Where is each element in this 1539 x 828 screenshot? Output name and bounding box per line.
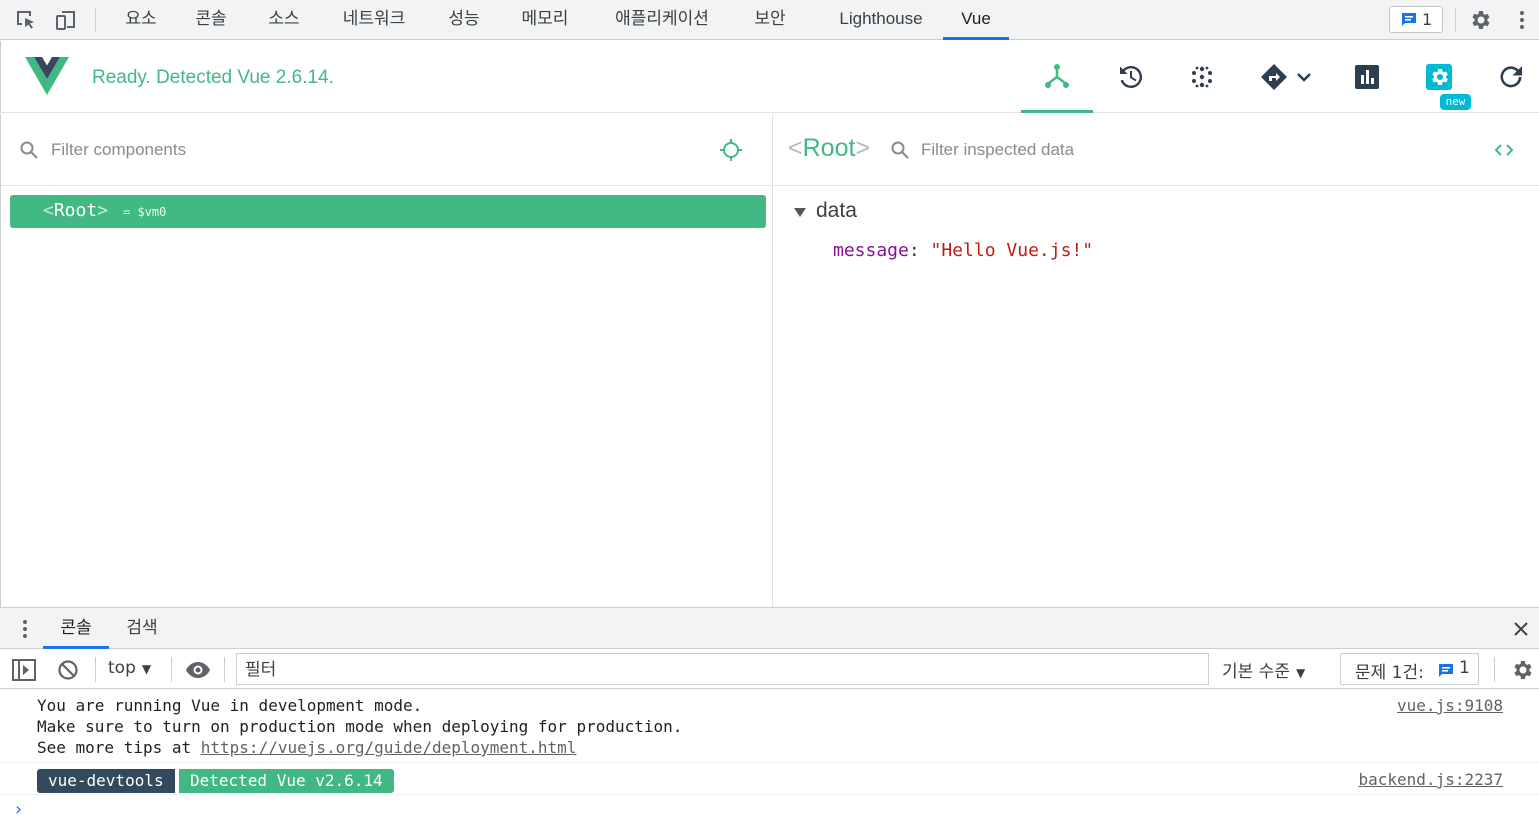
settings-gear-icon[interactable]: [1468, 8, 1492, 32]
source-link[interactable]: vue.js:9108: [1397, 696, 1503, 715]
collapse-triangle-icon: [794, 208, 806, 217]
console-message-line: See more tips at https://vuejs.org/guide…: [37, 738, 577, 757]
tab-elements[interactable]: 요소: [114, 0, 168, 40]
issues-count: 1: [1422, 10, 1433, 29]
vuex-tab-button[interactable]: [1166, 41, 1238, 113]
dots-grid-icon: [1192, 66, 1212, 88]
vue-devtools-badge: vue-devtools: [37, 769, 175, 793]
tab-vue[interactable]: Vue: [943, 0, 1009, 40]
device-toolbar-icon[interactable]: [54, 8, 78, 32]
tab-performance[interactable]: 성능: [437, 0, 491, 40]
history-icon: [1120, 65, 1143, 88]
route-directions-icon: [1261, 64, 1311, 90]
close-drawer-icon[interactable]: [1512, 620, 1530, 642]
detected-vue-badge: Detected Vue v2.6.14: [179, 769, 394, 793]
filter-components-input[interactable]: [51, 136, 691, 164]
bar-chart-icon: [1355, 65, 1379, 89]
console-message-line: Make sure to turn on production mode whe…: [37, 717, 683, 736]
tab-security[interactable]: 보안: [742, 0, 798, 40]
console-toolbar: top▼ 기본 수준▼ 문제 1건: 1: [0, 650, 1539, 689]
tab-memory[interactable]: 메모리: [509, 0, 581, 40]
routing-tab-button[interactable]: [1238, 41, 1320, 113]
toolbar-divider: [171, 657, 172, 682]
context-selector[interactable]: top ▼: [108, 658, 151, 678]
show-sidebar-icon[interactable]: [12, 659, 36, 685]
inspect-element-icon[interactable]: [14, 8, 38, 32]
open-in-editor-code-icon[interactable]: [1492, 138, 1516, 166]
issues-label: 문제 1건:: [1355, 663, 1424, 683]
toolbar-divider: [224, 657, 225, 682]
console-settings-gear-icon[interactable]: [1510, 658, 1534, 686]
drawer-tab-search[interactable]: 검색: [113, 608, 171, 649]
component-tree-item-root[interactable]: <Root> = $vm0: [10, 195, 766, 228]
more-options-icon[interactable]: [1510, 8, 1534, 32]
toolbar-divider: [1494, 657, 1495, 682]
property-value[interactable]: "Hello Vue.js!": [931, 240, 1094, 261]
issues-badge[interactable]: 1: [1389, 6, 1443, 33]
console-issues-button[interactable]: 문제 1건: 1: [1340, 653, 1479, 685]
vue-devtools-header: Ready. Detected Vue 2.6.14.: [0, 41, 1539, 113]
search-icon: [19, 140, 39, 164]
settings-icon: [1426, 64, 1452, 90]
console-message: vue-devtools Detected Vue v2.6.14 backen…: [0, 763, 1539, 795]
component-vm-ref: = $vm0: [123, 205, 167, 219]
console-prompt[interactable]: ›: [13, 799, 24, 820]
components-tree-icon: [1045, 64, 1069, 88]
console-filter-input[interactable]: [245, 658, 1195, 682]
drawer-menu-icon[interactable]: [18, 618, 32, 644]
vue-detected-status: Ready. Detected Vue 2.6.14.: [92, 67, 334, 88]
devtools-tab-bar: 요소 콘솔 소스 네트워크 성능 메모리 애플리케이션 보안 Lighthous…: [0, 0, 1539, 40]
vue-logo-icon: [25, 57, 69, 99]
dropdown-caret-icon: ▼: [1295, 666, 1306, 680]
source-link[interactable]: backend.js:2237: [1359, 770, 1504, 789]
live-expression-eye-icon[interactable]: [185, 661, 211, 683]
dropdown-caret-icon: ▼: [141, 662, 152, 676]
deployment-guide-link[interactable]: https://vuejs.org/guide/deployment.html: [201, 738, 577, 757]
inspector-pane: <Root> data message: "Hello Vue.js!": [774, 114, 1539, 607]
clear-console-icon[interactable]: [57, 659, 79, 685]
components-pane: <Root> = $vm0: [0, 114, 773, 607]
performance-tab-button[interactable]: [1331, 41, 1403, 113]
message-icon: [1401, 12, 1417, 32]
message-icon: [1438, 663, 1454, 684]
log-level-selector[interactable]: 기본 수준 ▼: [1222, 657, 1305, 682]
timeline-tab-button[interactable]: [1094, 41, 1166, 113]
components-tab-button[interactable]: [1021, 41, 1093, 113]
property-key: message: [833, 240, 909, 261]
component-name: <Root>: [43, 200, 109, 221]
tab-lighthouse[interactable]: Lighthouse: [826, 0, 936, 40]
data-property-row[interactable]: message: "Hello Vue.js!": [833, 240, 1093, 261]
data-section-title: data: [816, 199, 857, 222]
tab-application[interactable]: 애플리케이션: [600, 0, 724, 40]
tab-sources[interactable]: 소스: [257, 0, 311, 40]
toolbar-divider: [1455, 8, 1456, 32]
drawer-tab-console[interactable]: 콘솔: [43, 608, 109, 649]
refresh-button[interactable]: [1475, 41, 1539, 113]
console-filter-box: [236, 653, 1209, 685]
issues-count: 1: [1459, 658, 1470, 678]
drawer-tab-bar: 콘솔 검색: [0, 607, 1539, 649]
console-message: You are running Vue in development mode.…: [0, 690, 1539, 763]
components-filter-bar: [1, 114, 773, 186]
console-message-line: You are running Vue in development mode.: [37, 696, 423, 715]
toolbar-divider: [95, 8, 96, 32]
new-badge: new: [1440, 94, 1471, 110]
inspector-filter-bar: <Root>: [774, 114, 1539, 186]
filter-inspected-data-input[interactable]: [921, 136, 1461, 164]
tab-network[interactable]: 네트워크: [330, 0, 418, 40]
select-component-target-icon[interactable]: [719, 138, 743, 166]
search-icon: [890, 140, 910, 164]
refresh-icon: [1500, 66, 1522, 88]
toolbar-divider: [95, 657, 96, 682]
inspected-component-title: <Root>: [788, 134, 871, 162]
tab-console[interactable]: 콘솔: [184, 0, 238, 40]
